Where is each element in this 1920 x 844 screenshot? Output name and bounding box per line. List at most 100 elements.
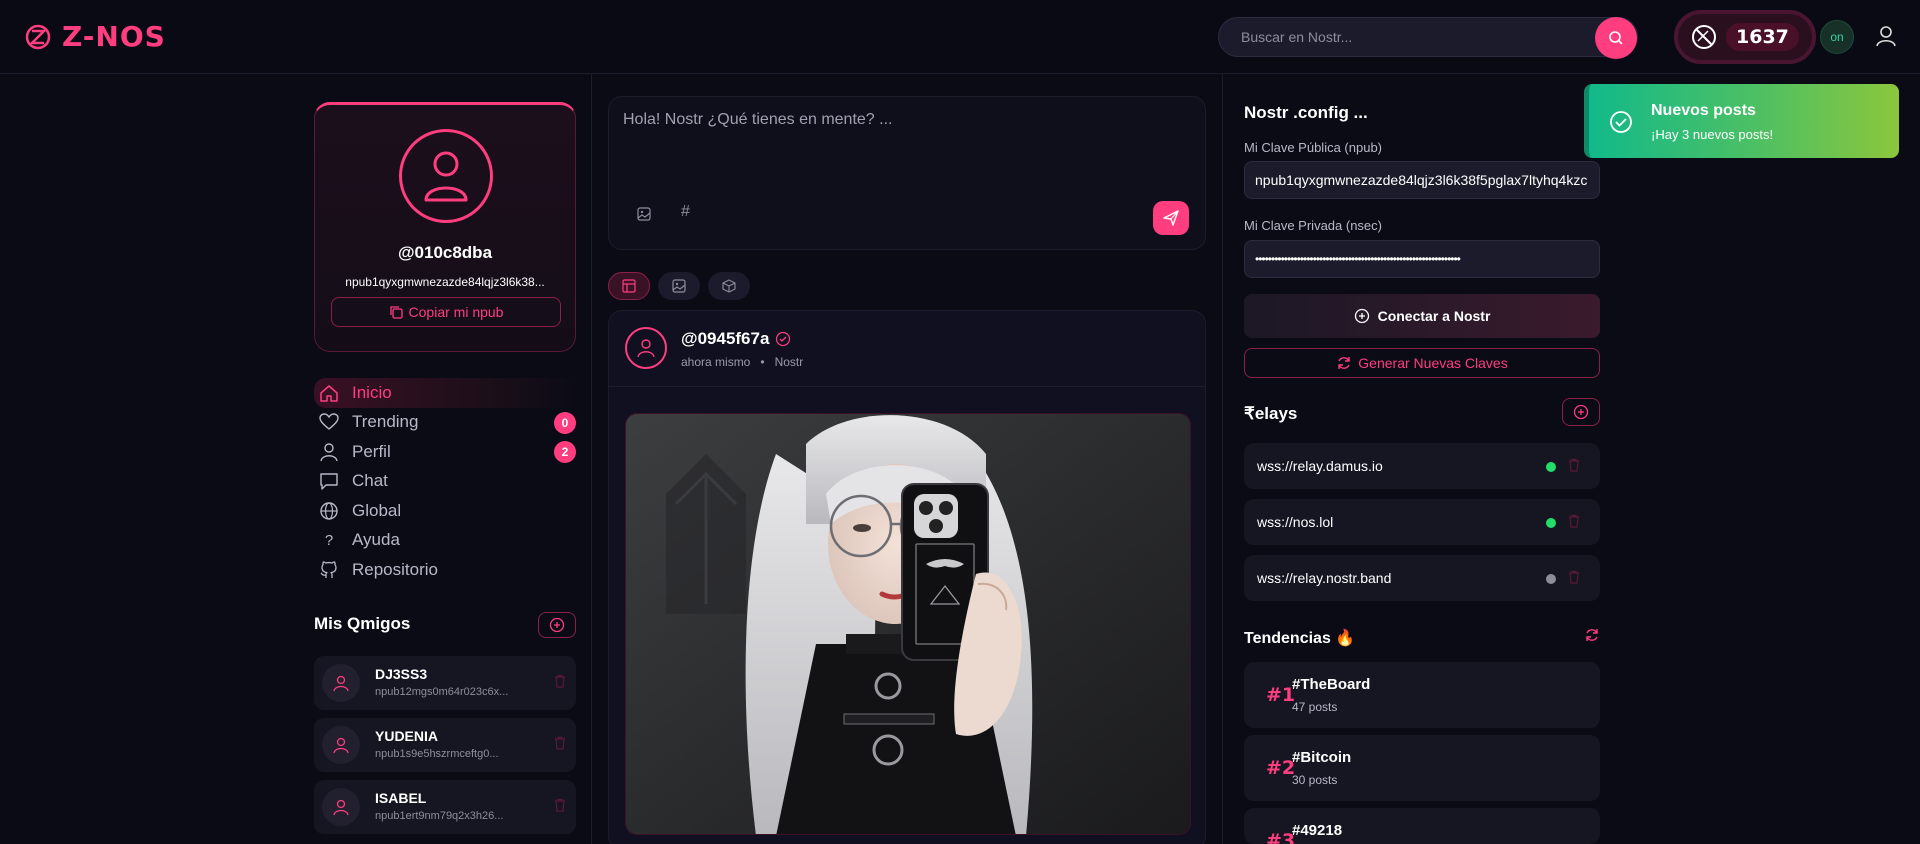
toast-message: ¡Hay 3 nuevos posts! <box>1651 127 1774 142</box>
notification-badge: 0 <box>554 411 576 434</box>
sidebar-item-label: Perfil <box>352 441 391 461</box>
trash-icon[interactable] <box>554 798 566 815</box>
hashtag-button[interactable]: # <box>681 203 690 221</box>
zap-counter[interactable]: 1637 <box>1674 10 1816 64</box>
trash-icon[interactable] <box>1568 570 1580 587</box>
avatar[interactable] <box>399 129 493 223</box>
trash-icon[interactable] <box>1568 458 1580 475</box>
search-input[interactable] <box>1219 18 1589 56</box>
nostr-icon <box>1692 25 1716 49</box>
add-friend-button[interactable] <box>538 612 576 638</box>
connect-button[interactable]: Conectar a Nostr <box>1244 294 1600 338</box>
friend-avatar <box>322 788 360 826</box>
trend-tag: #TheBoard <box>1292 676 1371 693</box>
counter-value: 1637 <box>1726 23 1799 51</box>
friend-npub: npub12mgs0m64r023c6x... <box>375 686 509 698</box>
config-title: Nostr .config ... <box>1244 103 1368 122</box>
post-time: ahora mismo <box>681 355 751 369</box>
trend-item[interactable]: #1 #TheBoard 47 posts <box>1244 662 1600 728</box>
question-icon: ? <box>324 531 334 549</box>
add-relay-button[interactable] <box>1562 398 1600 426</box>
app-logo[interactable]: Z-NOS <box>24 20 166 53</box>
relay-url: wss://nos.lol <box>1257 514 1334 530</box>
sidebar-item-inicio[interactable]: Inicio <box>314 378 576 408</box>
public-key-label: Mi Clave Pública (npub) <box>1244 140 1383 155</box>
sidebar-item-ayuda[interactable]: ? Ayuda <box>314 526 576 556</box>
sidebar-item-global[interactable]: Global <box>314 496 576 526</box>
profile-handle: @010c8dba <box>397 243 493 262</box>
copy-npub-button[interactable]: Copiar mi npub <box>331 297 561 327</box>
github-icon <box>318 559 340 581</box>
chat-icon <box>318 470 340 492</box>
private-key-field[interactable]: ••••••••••••••••••••••••••••••••••••••••… <box>1244 240 1600 278</box>
list-icon <box>622 279 636 293</box>
user-menu-button[interactable] <box>1872 22 1900 50</box>
user-icon <box>1876 26 1896 47</box>
verified-icon <box>776 331 791 347</box>
profile-card: @010c8dba npub1qyxgmwnezazde84lqjz3l6k38… <box>314 102 576 352</box>
trend-item[interactable]: #2 #Bitcoin 30 posts <box>1244 735 1600 801</box>
sidebar-item-repositorio[interactable]: Repositorio <box>314 555 576 585</box>
cube-icon <box>722 279 736 293</box>
sidebar-item-chat[interactable]: Chat <box>314 467 576 497</box>
sidebar-item-label: Repositorio <box>352 559 438 579</box>
globe-icon <box>318 500 340 522</box>
post-source: Nostr <box>774 355 804 369</box>
relay-url: wss://relay.damus.io <box>1257 458 1383 474</box>
friend-npub: npub1s9e5hszrmceftg0... <box>375 748 499 760</box>
sidebar-item-label: Inicio <box>352 382 392 402</box>
notification-toast[interactable]: Nuevos posts ¡Hay 3 nuevos posts! <box>1584 84 1899 158</box>
trash-icon[interactable] <box>1568 514 1580 531</box>
trash-icon[interactable] <box>554 736 566 753</box>
tab-images[interactable] <box>658 272 700 300</box>
relay-status-dot <box>1546 518 1556 528</box>
plus-circle-icon <box>1354 308 1369 324</box>
public-key-field[interactable]: npub1qyxgmwnezazde84lqjz3l6k38f5pglax7lt… <box>1244 161 1600 199</box>
post-image[interactable] <box>625 413 1191 835</box>
generate-keys-label: Generar Nuevas Claves <box>1358 355 1508 371</box>
friend-item[interactable]: ISABEL npub1ert9nm79q2x3h26... <box>314 780 576 834</box>
friend-item[interactable]: YUDENIA npub1s9e5hszrmceftg0... <box>314 718 576 772</box>
post-input[interactable] <box>623 111 1193 191</box>
user-icon <box>424 151 468 202</box>
column-divider <box>591 74 592 844</box>
relay-url: wss://relay.nostr.band <box>1257 570 1392 586</box>
connection-status[interactable]: on <box>1820 20 1854 54</box>
trend-count: 47 posts <box>1292 700 1338 714</box>
friend-avatar <box>322 726 360 764</box>
check-circle-icon <box>1609 110 1633 137</box>
copy-npub-label: Copiar mi npub <box>408 304 504 320</box>
private-key-label: Mi Clave Privada (nsec) <box>1244 218 1382 233</box>
connect-label: Conectar a Nostr <box>1377 308 1491 324</box>
search-button[interactable] <box>1595 17 1637 59</box>
generate-keys-button[interactable]: Generar Nuevas Claves <box>1244 348 1600 378</box>
post-author[interactable]: @0945f67a <box>681 329 791 349</box>
trend-rank: #3 <box>1266 830 1296 844</box>
trend-item[interactable]: #3 #49218 <box>1244 808 1600 844</box>
sidebar-item-perfil[interactable]: Perfil 2 <box>314 437 576 467</box>
avatar[interactable] <box>625 327 667 369</box>
user-icon <box>333 799 349 816</box>
sidebar-item-label: Trending <box>352 412 419 432</box>
logo-icon <box>25 24 51 49</box>
trash-icon[interactable] <box>554 674 566 691</box>
meta-separator: • <box>753 355 772 369</box>
selfie-photo <box>626 414 1190 834</box>
relay-item: wss://nos.lol <box>1244 499 1600 545</box>
post-author-name: @0945f67a <box>681 329 770 348</box>
trend-count: 30 posts <box>1292 773 1338 787</box>
sidebar-nav: Inicio Trending 0 Perfil 2 Chat Global ?… <box>314 378 576 585</box>
image-icon[interactable] <box>637 207 651 224</box>
post-card: @0945f67a ahora mismo • Nostr <box>608 310 1206 844</box>
sidebar-item-trending[interactable]: Trending 0 <box>314 408 576 438</box>
send-button[interactable] <box>1153 201 1189 235</box>
relays-title: ₹elays <box>1244 404 1298 423</box>
copy-icon <box>389 306 403 319</box>
search-icon <box>1609 31 1623 45</box>
refresh-icon[interactable] <box>1584 627 1600 646</box>
friend-item[interactable]: DJ3SS3 npub12mgs0m64r023c6x... <box>314 656 576 710</box>
notification-badge: 2 <box>554 441 576 463</box>
tab-feed[interactable] <box>608 272 650 300</box>
tab-3d[interactable] <box>708 272 750 300</box>
user-icon <box>333 737 349 754</box>
